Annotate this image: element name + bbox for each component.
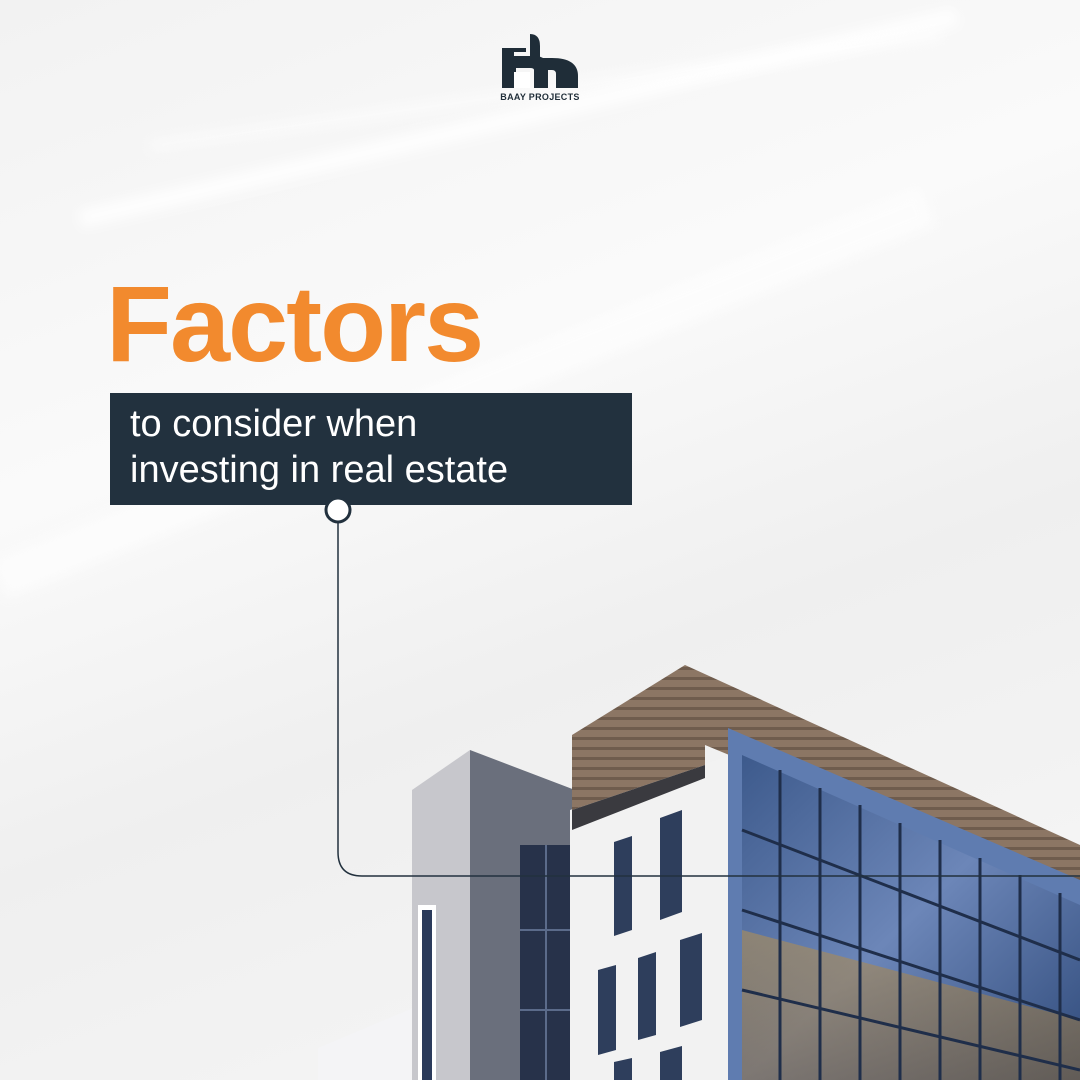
building-illustration xyxy=(318,665,1080,1080)
